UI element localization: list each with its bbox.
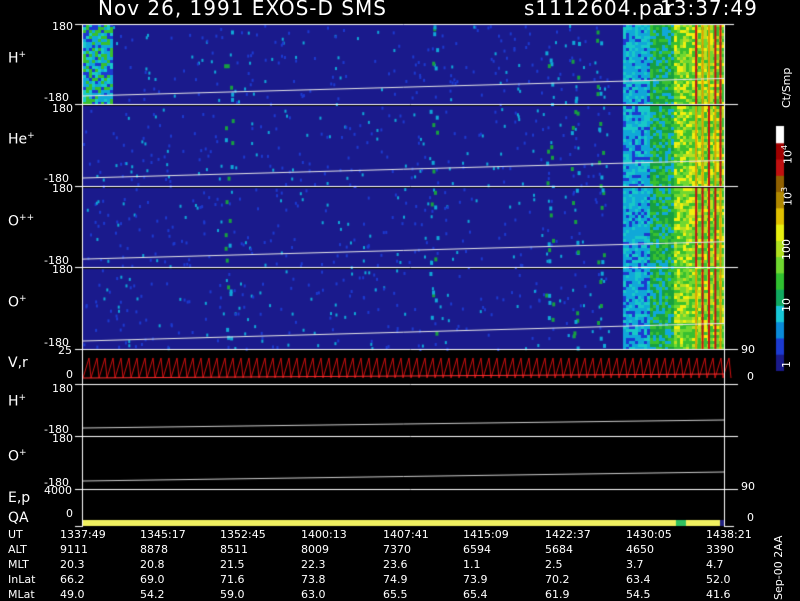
footer-cell: 3.7 bbox=[626, 558, 644, 571]
ytick-panel4-max: 180 bbox=[52, 263, 73, 276]
footer-cell: 41.6 bbox=[706, 588, 731, 601]
footer-cell: 59.0 bbox=[220, 588, 245, 601]
panel-label-o-plus-2: O+ bbox=[8, 448, 27, 465]
footer-cell: 52.0 bbox=[706, 573, 731, 586]
footer-cell: 63.0 bbox=[301, 588, 326, 601]
rtick-vr-min: 0 bbox=[747, 370, 754, 383]
file-name: s1112604.par bbox=[524, 0, 676, 20]
footer-cell: 8511 bbox=[220, 543, 248, 556]
footer-cell: 65.5 bbox=[383, 588, 408, 601]
footer-cell: 61.9 bbox=[545, 588, 570, 601]
footer-cell: 5684 bbox=[545, 543, 573, 556]
footer-cell: 1422:37 bbox=[545, 528, 591, 541]
panel-label-h-plus: H+ bbox=[8, 50, 27, 67]
ytick-h-max: 180 bbox=[52, 382, 73, 395]
ytick-panel2-max: 180 bbox=[52, 102, 73, 115]
ytick-vr-min: 0 bbox=[66, 368, 73, 381]
footer-cell: 73.9 bbox=[463, 573, 488, 586]
footer-row-label: MLT bbox=[8, 558, 29, 571]
panel-label-he-plus: He+ bbox=[8, 131, 35, 148]
colorbar-label-10: 10 bbox=[780, 298, 793, 312]
footer-cell: 1400:13 bbox=[301, 528, 347, 541]
footer-row-label: ALT bbox=[8, 543, 27, 556]
ytick-vr-max: 25 bbox=[58, 344, 72, 357]
footer-cell: 1438:21 bbox=[706, 528, 752, 541]
footer-cell: 69.0 bbox=[140, 573, 165, 586]
footer-cell: 20.8 bbox=[140, 558, 165, 571]
ytick-o-max: 180 bbox=[52, 432, 73, 445]
footer-cell: 54.2 bbox=[140, 588, 165, 601]
footer-cell: 1407:41 bbox=[383, 528, 429, 541]
footer-cell: 70.2 bbox=[545, 573, 570, 586]
panel-label-ep: E,p bbox=[8, 490, 31, 506]
rtick-ep-max: 90 bbox=[741, 480, 755, 493]
footer-cell: 71.6 bbox=[220, 573, 245, 586]
ytick-ep-min: 0 bbox=[66, 507, 73, 520]
file-time: 13:37:49 bbox=[660, 0, 758, 20]
footer-cell: 4.7 bbox=[706, 558, 724, 571]
footer-cell: 65.4 bbox=[463, 588, 488, 601]
footer-cell: 1430:05 bbox=[626, 528, 672, 541]
colorbar-label-10000: 104 bbox=[780, 144, 795, 164]
ytick-panel3-max: 180 bbox=[52, 182, 73, 195]
footer-cell: 7370 bbox=[383, 543, 411, 556]
footer-cell: 73.8 bbox=[301, 573, 326, 586]
footer-row-label: InLat bbox=[8, 573, 36, 586]
colorbar-label-1000: 103 bbox=[780, 186, 795, 206]
footer-cell: 3390 bbox=[706, 543, 734, 556]
panel-label-vr: V,r bbox=[8, 355, 28, 371]
rtick-vr-max: 90 bbox=[741, 343, 755, 356]
colorbar-label-100: 100 bbox=[780, 239, 793, 260]
footer-cell: 66.2 bbox=[60, 573, 85, 586]
footer-row-label: UT bbox=[8, 528, 23, 541]
footer-cell: 74.9 bbox=[383, 573, 408, 586]
footer-cell: 54.5 bbox=[626, 588, 651, 601]
rtick-ep-min: 0 bbox=[747, 511, 754, 524]
panel-label-qa: QA bbox=[8, 510, 29, 526]
footer-cell: 4650 bbox=[626, 543, 654, 556]
footer-row-label: MLat bbox=[8, 588, 35, 601]
colorbar-label-1: 1 bbox=[780, 361, 793, 368]
footer-cell: 1352:45 bbox=[220, 528, 266, 541]
footer-cell: 8009 bbox=[301, 543, 329, 556]
footer-cell: 22.3 bbox=[301, 558, 326, 571]
footer-cell: 23.6 bbox=[383, 558, 408, 571]
footer-cell: 1337:49 bbox=[60, 528, 106, 541]
panel-label-o-plus: O+ bbox=[8, 294, 27, 311]
footer-cell: 49.0 bbox=[60, 588, 85, 601]
chart-title: Nov 26, 1991 EXOS-D SMS bbox=[98, 0, 387, 20]
ytick-panel1-max: 180 bbox=[52, 20, 73, 33]
footer-cell: 2.5 bbox=[545, 558, 563, 571]
footer-cell: 9111 bbox=[60, 543, 88, 556]
footer-cell: 1.1 bbox=[463, 558, 481, 571]
ytick-ep-max: 4000 bbox=[44, 484, 72, 497]
colorbar-units: Ct/Smp bbox=[780, 67, 793, 108]
panel-label-o-plus-plus: O++ bbox=[8, 213, 35, 230]
footer-cell: 21.5 bbox=[220, 558, 245, 571]
footer-cell: 20.3 bbox=[60, 558, 85, 571]
footer-cell: 1345:17 bbox=[140, 528, 186, 541]
footer-cell: 6594 bbox=[463, 543, 491, 556]
footer-cell: 8878 bbox=[140, 543, 168, 556]
spectrogram-canvas bbox=[0, 0, 800, 600]
panel-label-h-plus-2: H+ bbox=[8, 393, 27, 410]
footer-side-note: Sep-00 2AA bbox=[772, 535, 785, 600]
footer-cell: 63.4 bbox=[626, 573, 651, 586]
footer-cell: 1415:09 bbox=[463, 528, 509, 541]
